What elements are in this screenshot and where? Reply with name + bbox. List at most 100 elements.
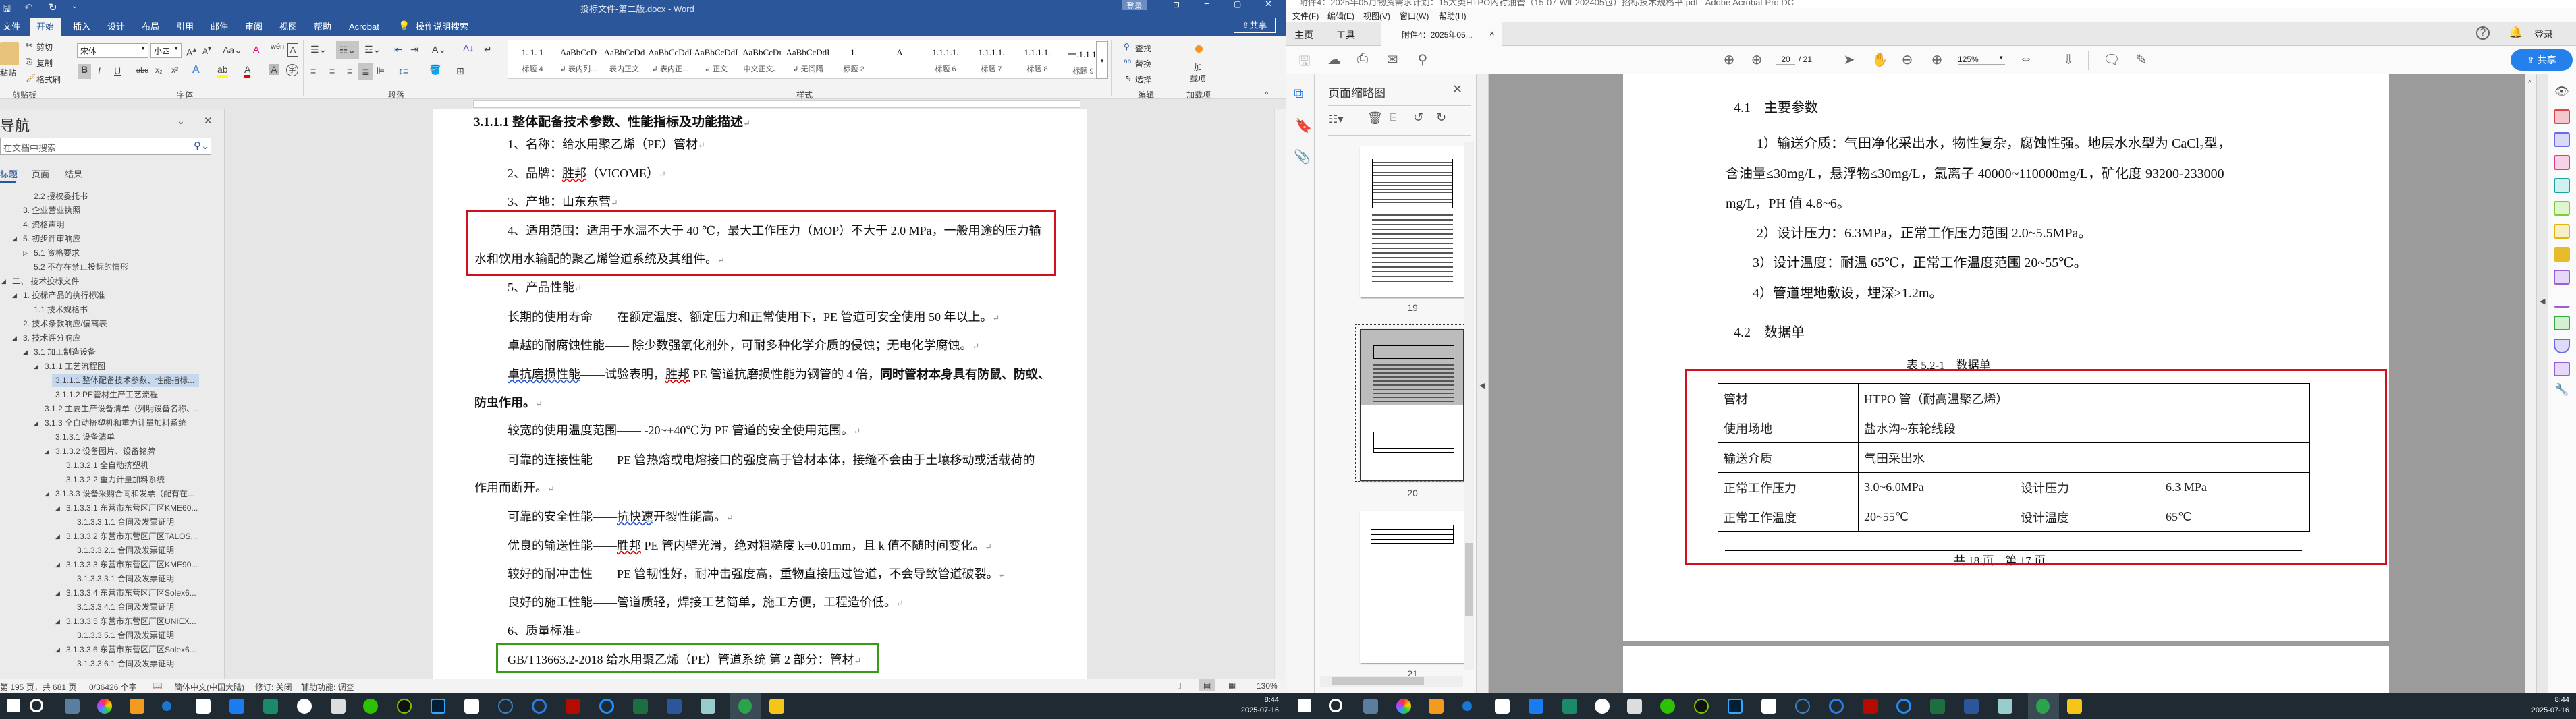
find-text-icon[interactable]: 👁 — [2554, 85, 2569, 98]
share-button[interactable]: ⇪ 共享 — [2511, 49, 2573, 71]
nav-item[interactable]: 3.1.3.3.4 东营市东营区厂区Solex6... — [66, 586, 196, 600]
fill-sign-icon[interactable] — [2554, 270, 2570, 285]
search-icon[interactable]: ⚲⌄ — [194, 140, 210, 152]
app-icon[interactable] — [1896, 699, 1911, 714]
nav-item[interactable]: 3.1.1.1 整体配备技术参数、性能指标... — [52, 374, 199, 387]
maximize-button[interactable]: ▢ — [1234, 0, 1241, 9]
pdf-next-page[interactable] — [1623, 646, 2389, 693]
rotate-cw-icon[interactable]: ↻ — [1436, 111, 1446, 125]
send-for-signature-icon[interactable] — [2554, 293, 2570, 308]
customize-qat-icon[interactable]: ⌄ — [72, 1, 78, 10]
word-icon[interactable] — [1964, 699, 1979, 714]
underline-button[interactable]: U — [114, 65, 121, 76]
scan-ocr-icon[interactable] — [2554, 316, 2570, 330]
wechat-icon[interactable] — [1660, 699, 1675, 714]
nav-item[interactable]: 3.1.3.3.3.1 合同及发票证明 — [77, 572, 174, 585]
shrink-font-icon[interactable]: A▾ — [202, 45, 211, 56]
addins-button[interactable]: 加 — [1194, 61, 1202, 73]
paste-icon[interactable] — [0, 42, 19, 65]
scrolling-mode-icon[interactable]: ⇩ — [2060, 51, 2077, 68]
style-item[interactable]: AaBbCcDd 表内正文 — [600, 40, 649, 80]
photoshop-icon[interactable] — [431, 699, 445, 714]
tab-mailings[interactable]: 邮件 — [208, 18, 231, 36]
todesk-icon[interactable] — [196, 699, 211, 714]
show-marks-icon[interactable]: ↵ — [484, 44, 492, 55]
decrease-indent-icon[interactable]: ⇤ — [394, 44, 402, 55]
proofing-icon[interactable]: 📖 — [153, 681, 163, 690]
paste-button[interactable]: 粘贴 — [0, 67, 16, 78]
tab-file[interactable]: 文件 — [0, 18, 23, 36]
phonetic-guide-icon[interactable]: wén — [271, 42, 284, 51]
nav-item[interactable]: 3.1.1 工艺流程图 — [45, 360, 105, 373]
styles-gallery[interactable]: 1. 1. 1 标题 4 AaBbCcD ↲ 表内列... AaBbCcDd 表内正文 Aa… — [508, 40, 1108, 79]
text-effects-icon[interactable]: A — [192, 64, 200, 76]
nav-item[interactable]: 3.1.3.3.5.1 合同及发票证明 — [77, 629, 174, 642]
expanded-triangle-icon[interactable]: ◢ — [34, 420, 38, 427]
tab-close-icon[interactable]: × — [1489, 28, 1495, 38]
highlight-icon[interactable]: ab — [217, 64, 228, 78]
nav-options-chevron-icon[interactable]: ⌄ — [177, 115, 185, 127]
create-pdf-icon[interactable] — [2554, 109, 2570, 124]
color-app-icon[interactable] — [1396, 699, 1411, 714]
camera-app-icon[interactable] — [1429, 699, 1444, 714]
scrollbar-thumb[interactable] — [1465, 543, 1473, 616]
attachments-icon[interactable]: 📎 — [1294, 148, 1311, 165]
tab-review[interactable]: 审阅 — [242, 18, 265, 36]
subscript-button[interactable]: x₂ — [155, 65, 163, 75]
search-icon[interactable] — [30, 699, 43, 712]
search-icon[interactable] — [1329, 699, 1342, 712]
nav-item[interactable]: 3.1.3.3.1 东营市东营区厂区KME60... — [66, 501, 198, 515]
app-icon[interactable] — [1529, 699, 1543, 714]
hand-tool-icon[interactable]: ✋ — [1871, 51, 1889, 68]
clear-formatting-icon[interactable]: A — [253, 44, 259, 55]
notepad-icon[interactable] — [1998, 699, 2012, 714]
organize-pages-icon[interactable] — [2554, 155, 2570, 170]
expanded-triangle-icon[interactable]: ◢ — [55, 589, 60, 597]
ribbon-display-icon[interactable]: ⊡ — [1173, 0, 1180, 9]
undo-icon[interactable]: ↶ — [24, 1, 33, 13]
nav-item[interactable]: 3. 技术评分响应 — [23, 331, 80, 345]
app-icon[interactable] — [2036, 699, 2050, 714]
track-changes-status[interactable]: 修订: 关闭 — [255, 681, 292, 693]
extract-page-icon[interactable]: ⌸ — [1390, 112, 1397, 124]
sort-icon[interactable]: A↓ — [463, 42, 474, 53]
page-number-input[interactable]: 20 — [1776, 55, 1795, 65]
save-icon[interactable]: 🖫 — [1296, 51, 1313, 74]
expanded-triangle-icon[interactable]: ◢ — [55, 505, 60, 512]
nav-item[interactable]: 2.2 授权委托书 — [34, 190, 88, 203]
nav-item[interactable]: 3.1.3.3.6 东营市东营区厂区Solex6... — [66, 643, 196, 656]
style-item[interactable]: 1. 标题 2 — [829, 40, 878, 80]
bullets-icon[interactable]: ☰⌄ — [310, 44, 327, 55]
select-cursor-icon[interactable]: ➤ — [1840, 51, 1858, 68]
distributed-icon[interactable]: ⊫ — [377, 65, 385, 77]
rotate-ccw-icon[interactable]: ↺ — [1413, 111, 1423, 125]
zoom-level[interactable]: 130% — [1257, 681, 1278, 691]
nav-item[interactable]: 3.1.3.1 设备清单 — [55, 430, 115, 444]
italic-button[interactable]: I — [98, 65, 101, 76]
excel-icon[interactable] — [1930, 699, 1945, 714]
enclose-characters-icon[interactable]: 字 — [286, 64, 298, 76]
nav-item[interactable]: 3.1.3.3.6.1 合同及发票证明 — [77, 657, 174, 670]
language-status[interactable]: 简体中文(中国大陆) — [174, 681, 244, 693]
export-pdf-icon[interactable] — [2554, 178, 2570, 193]
print-icon[interactable]: ⎙ — [1354, 51, 1371, 67]
photoshop-icon[interactable] — [1728, 699, 1743, 714]
page-count[interactable]: 第 195 页，共 681 页 — [0, 681, 76, 693]
nav-item[interactable]: 3.1.3.3.2 东营市东营区厂区TALOS... — [66, 529, 198, 543]
nav-item[interactable]: 3.1.3.3.3 东营市东营区厂区KME90... — [66, 558, 198, 571]
start-button[interactable] — [7, 699, 20, 712]
expand-arrow-icon[interactable]: ◀ — [2540, 297, 2545, 306]
multilevel-list-icon[interactable]: ☲⌄ — [364, 44, 381, 55]
vertical-scrollbar[interactable] — [1274, 109, 1286, 679]
prev-page-icon[interactable]: ⊕ — [1720, 51, 1738, 68]
character-shading-icon[interactable]: A — [269, 64, 279, 75]
font-size-select[interactable]: 小四 ▼ — [150, 43, 182, 58]
thumbnail-options-icon[interactable]: ☷▾ — [1328, 113, 1343, 126]
notification-bell-icon[interactable]: 🔔 — [2509, 26, 2523, 39]
thumbnails-close-icon[interactable]: ✕ — [1452, 82, 1462, 96]
character-border-icon[interactable]: A — [287, 43, 298, 57]
thumbnails-hscrollbar[interactable] — [1320, 676, 1463, 687]
nav-item[interactable]: 1. 投标产品的执行标准 — [23, 289, 105, 302]
thumbnail-page-21[interactable] — [1360, 511, 1464, 663]
nav-item[interactable]: 4. 资格声明 — [23, 218, 64, 231]
